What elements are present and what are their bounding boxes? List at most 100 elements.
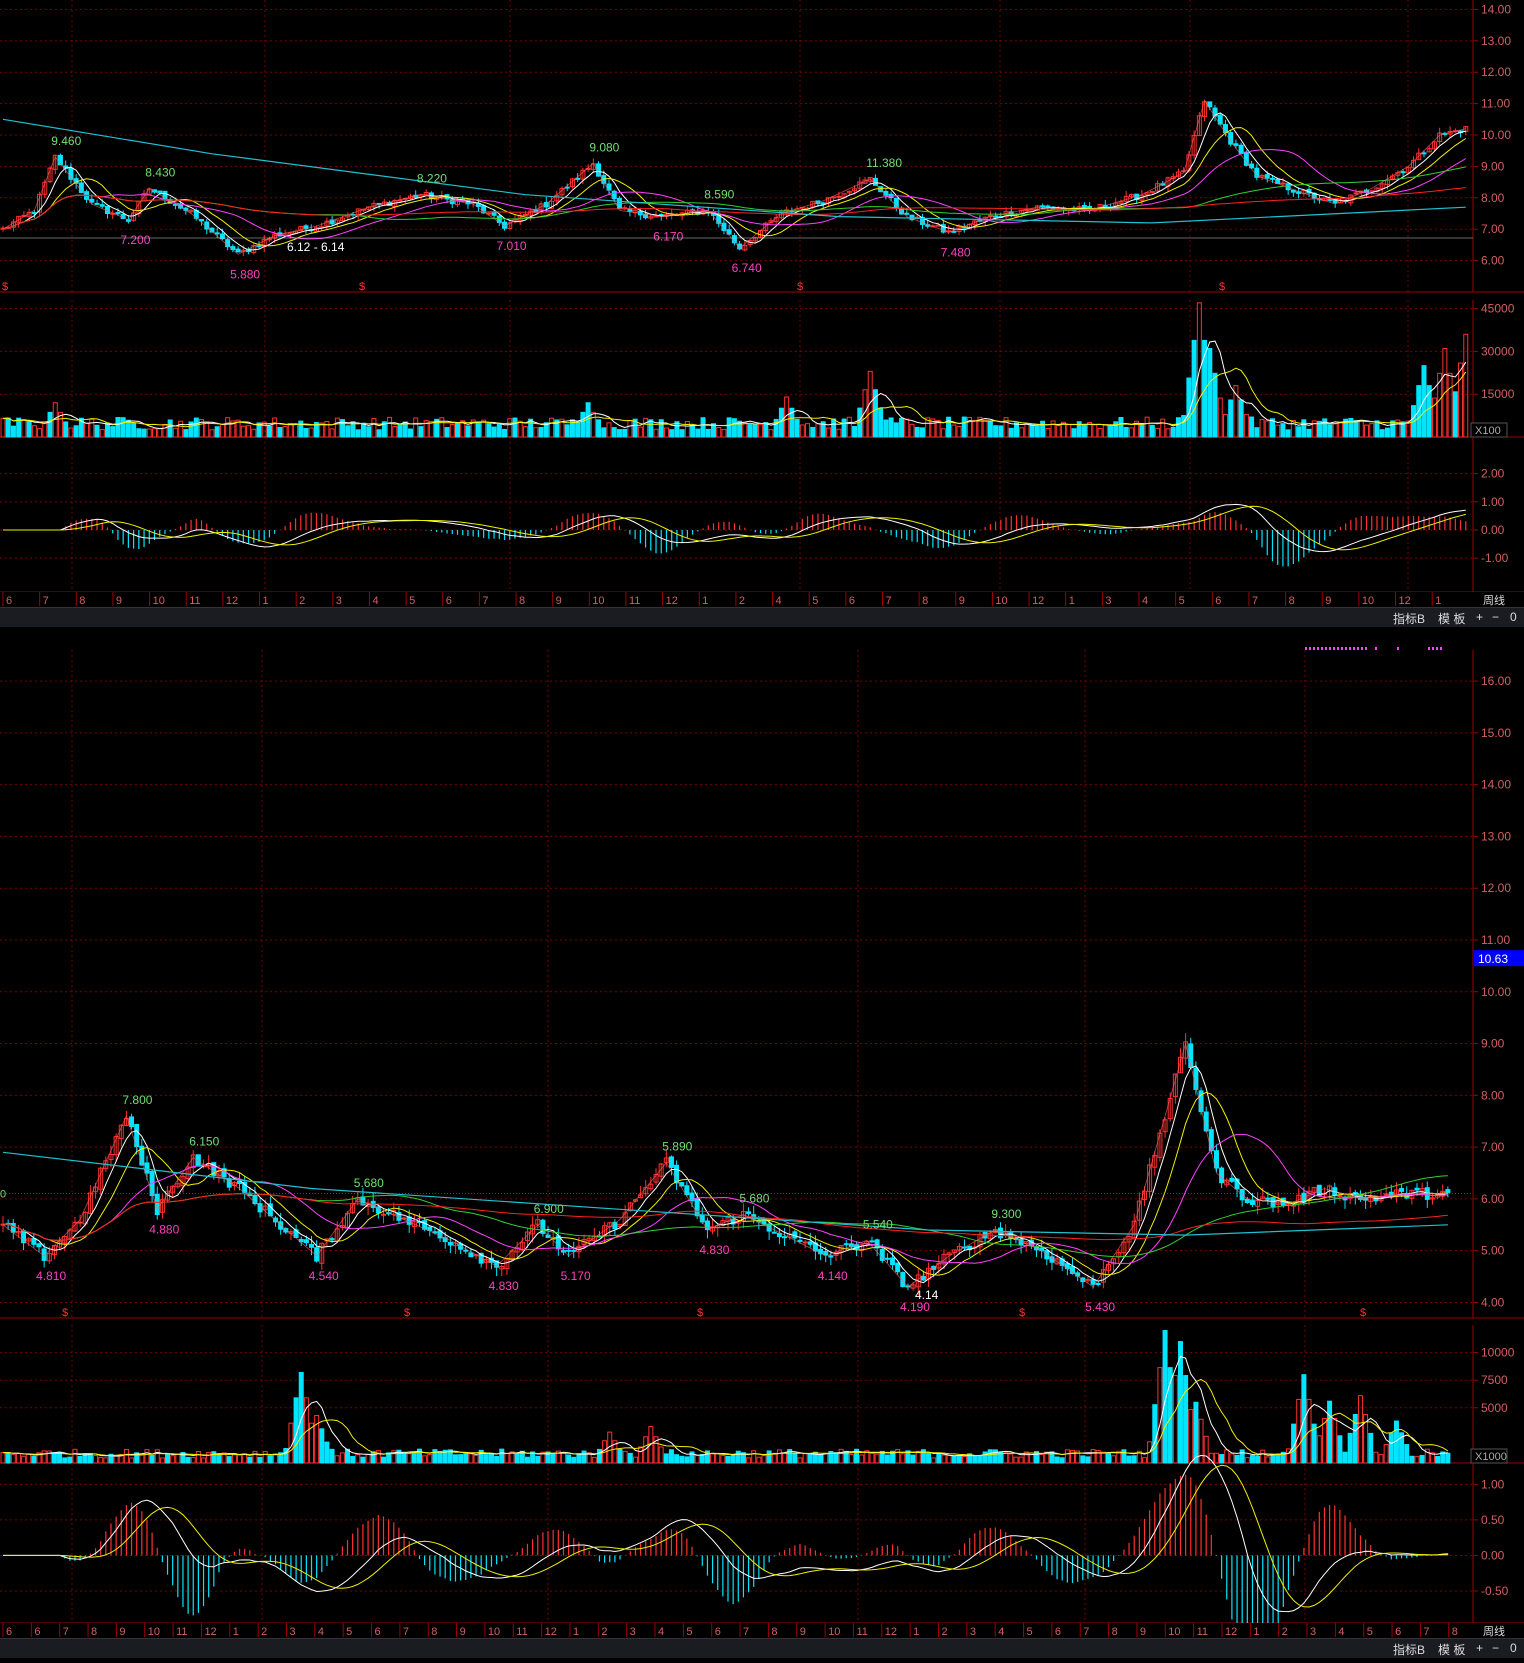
volume-bar xyxy=(214,426,220,438)
template-button[interactable]: 模 板 xyxy=(1438,610,1465,627)
x-month-label: 1 xyxy=(702,595,708,607)
volume-bar xyxy=(566,1454,572,1464)
stock-chart-canvas[interactable]: 14.0013.0012.0011.0010.009.008.007.006.0… xyxy=(0,0,1524,1663)
volume-bar xyxy=(42,421,48,438)
x-month-label: 10 xyxy=(995,595,1007,607)
volume-bar xyxy=(522,426,528,438)
x-month-label: 12 xyxy=(666,595,678,607)
reset-button[interactable]: 0 xyxy=(1510,1641,1517,1655)
volume-bar xyxy=(560,1452,566,1464)
volume-bar xyxy=(201,1457,207,1464)
indicator-select-button[interactable]: 指标B xyxy=(1393,1641,1425,1658)
volume-bar xyxy=(951,424,957,438)
volume-bar xyxy=(1264,420,1270,438)
x-month-label: 6 xyxy=(1055,1626,1061,1638)
x-month-label: 3 xyxy=(336,595,342,607)
volume-bar xyxy=(162,423,168,438)
x-month-label: 5 xyxy=(1179,595,1185,607)
candle-body xyxy=(1203,1111,1209,1132)
volume-bar xyxy=(131,422,137,438)
y-tick-label: 6.00 xyxy=(1481,1192,1505,1206)
volume-bar xyxy=(1239,1449,1245,1464)
left-edge-label: 0 xyxy=(0,1189,6,1201)
volume-bar xyxy=(475,421,481,438)
volume-bar xyxy=(1447,372,1453,438)
high-price-label: 8.430 xyxy=(145,165,175,179)
volume-bar xyxy=(319,1428,325,1464)
candle-body xyxy=(1229,1177,1235,1182)
y-tick-label: 2.00 xyxy=(1481,467,1505,481)
x-month-label: 12 xyxy=(1225,1626,1237,1638)
volume-bar xyxy=(1071,428,1077,438)
volume-bar xyxy=(747,424,753,438)
volume-bar xyxy=(961,416,967,438)
volume-bar xyxy=(324,420,330,438)
candle-body xyxy=(1264,174,1270,179)
volume-bar xyxy=(1463,333,1469,438)
volume-bar xyxy=(370,1451,376,1464)
volume-bar xyxy=(951,1455,957,1464)
volume-bar xyxy=(1388,1432,1394,1464)
period-label-bottom[interactable]: 周线 xyxy=(1483,1623,1505,1639)
indicator-select-button[interactable]: 指标B xyxy=(1393,610,1425,627)
zoom-out-button[interactable]: − xyxy=(1492,610,1499,624)
volume-bar xyxy=(695,428,701,438)
volume-bar xyxy=(1155,427,1161,438)
volume-bar xyxy=(982,1451,988,1464)
zoom-in-button[interactable]: + xyxy=(1476,1641,1483,1655)
volume-bar xyxy=(1342,1451,1348,1464)
volume-bar xyxy=(658,1446,664,1464)
volume-bar xyxy=(314,1415,320,1464)
volume-bar xyxy=(411,1451,417,1464)
reset-button[interactable]: 0 xyxy=(1510,610,1517,624)
volume-bar xyxy=(797,1457,803,1464)
y-tick-label: 10.00 xyxy=(1481,985,1511,999)
volume-bar xyxy=(956,425,962,438)
volume-bar xyxy=(751,1450,757,1464)
volume-bar xyxy=(139,1453,145,1464)
volume-bar xyxy=(1254,427,1260,438)
range-label: 6.12 - 6.14 xyxy=(287,240,345,254)
volume-bar xyxy=(195,1450,201,1464)
volume-bar xyxy=(73,425,79,438)
volume-bar xyxy=(1090,1449,1096,1464)
volume-bar xyxy=(418,426,424,438)
period-label-top[interactable]: 周线 xyxy=(1483,592,1505,608)
candle-body xyxy=(256,245,262,248)
volume-bar xyxy=(82,1453,88,1464)
x-month-label: 9 xyxy=(800,1626,806,1638)
event-marker: $ xyxy=(1019,1307,1025,1319)
template-button[interactable]: 模 板 xyxy=(1438,1641,1465,1658)
x-month-label: 7 xyxy=(1252,595,1258,607)
low-price-label: 4.810 xyxy=(36,1269,66,1283)
candle-body xyxy=(1208,1129,1214,1152)
y-tick-label: 4.00 xyxy=(1481,1295,1505,1309)
volume-bar xyxy=(1157,1367,1163,1464)
x-axis-band xyxy=(0,1623,1524,1639)
zoom-in-button[interactable]: + xyxy=(1476,610,1483,624)
candle-body xyxy=(802,1241,808,1244)
x-month-label: 10 xyxy=(153,595,165,607)
volume-bar xyxy=(1275,1453,1281,1464)
candle-body xyxy=(782,1236,788,1239)
volume-bar xyxy=(914,426,920,438)
candle-body xyxy=(890,1257,896,1266)
legend-dot xyxy=(1428,647,1430,650)
volume-bar xyxy=(193,417,199,438)
volume-bar xyxy=(104,422,110,438)
candle-body xyxy=(10,1222,16,1233)
x-month-label: 1 xyxy=(263,595,269,607)
volume-bar xyxy=(1369,423,1375,438)
candle-body xyxy=(993,215,999,218)
zoom-out-button[interactable]: − xyxy=(1492,1641,1499,1655)
volume-bar xyxy=(444,427,450,438)
volume-bar xyxy=(792,1452,798,1464)
volume-bar xyxy=(1170,426,1176,438)
candle-body xyxy=(904,212,910,215)
y-tick-label: 8.00 xyxy=(1481,1088,1505,1102)
volume-bar xyxy=(41,1450,47,1464)
volume-bar xyxy=(1141,1457,1147,1464)
x-month-label: 10 xyxy=(488,1626,500,1638)
volume-bar xyxy=(165,1453,171,1464)
volume-bar xyxy=(427,1453,433,1464)
